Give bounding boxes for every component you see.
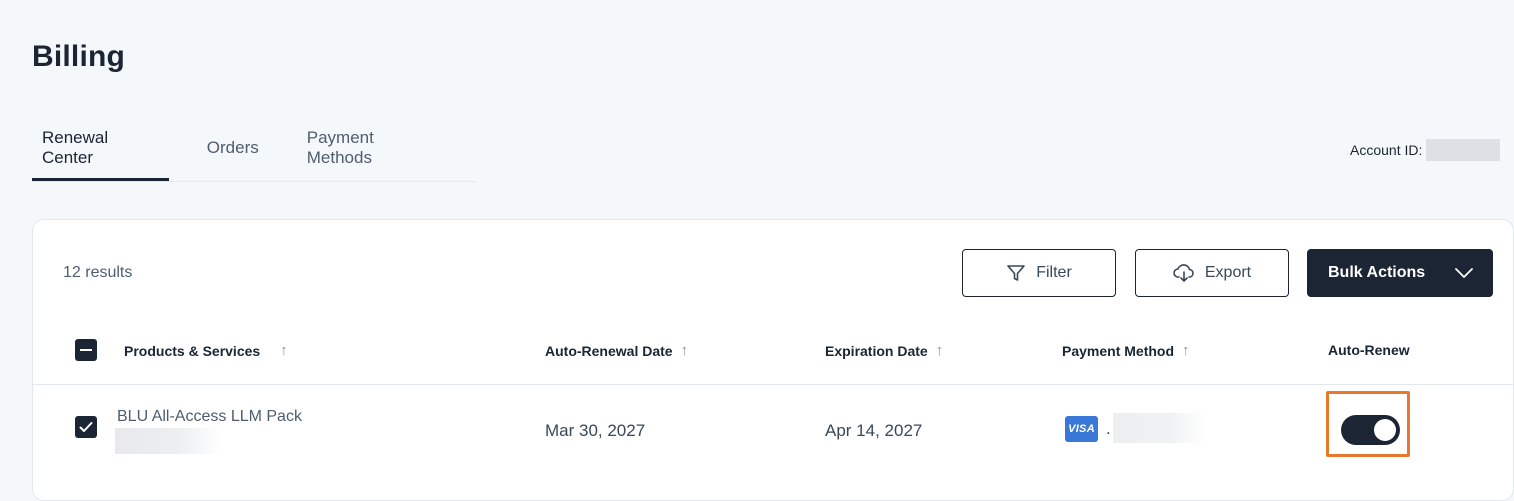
tab-bar: Renewal Center Orders Payment Methods: [32, 118, 476, 182]
sort-arrow-icon: ↑: [935, 342, 944, 359]
card-number-mask: .: [1106, 419, 1111, 438]
select-all-checkbox[interactable]: [75, 339, 97, 361]
account-id-label: Account ID:: [1350, 142, 1423, 158]
sort-arrow-icon: ↑: [680, 342, 689, 359]
auto-renewal-date: Mar 30, 2027: [545, 421, 646, 440]
account-id: Account ID:: [1350, 139, 1501, 161]
column-header-payment-method[interactable]: Payment Method ↑: [1062, 342, 1190, 359]
filter-label: Filter: [1036, 264, 1072, 281]
results-count: 12 results: [63, 264, 133, 281]
tab-label: Payment Methods: [306, 128, 374, 167]
filter-button[interactable]: Filter: [962, 249, 1116, 297]
toggle-knob: [1374, 419, 1396, 441]
export-button[interactable]: Export: [1135, 249, 1289, 297]
column-header-products[interactable]: Products & Services ↑: [124, 342, 288, 359]
column-header-auto-renewal-date[interactable]: Auto-Renewal Date ↑: [545, 342, 688, 359]
page-title: Billing: [32, 40, 126, 73]
expiration-date: Apr 14, 2027: [825, 421, 923, 440]
bulk-actions-button[interactable]: Bulk Actions: [1307, 249, 1493, 297]
chevron-down-icon: [1455, 268, 1473, 278]
column-header-label: Products & Services: [124, 342, 261, 359]
export-label: Export: [1204, 264, 1252, 281]
product-detail-redacted: [115, 428, 221, 454]
product-name: BLU All-Access LLM Pack: [117, 408, 302, 425]
account-id-redacted: [1426, 139, 1501, 161]
row-checkbox[interactable]: [75, 416, 97, 438]
bulk-actions-label: Bulk Actions: [1328, 264, 1426, 281]
tab-renewal-center[interactable]: Renewal Center: [32, 118, 169, 181]
auto-renew-toggle[interactable]: [1341, 415, 1400, 445]
column-header-label: Auto-Renewal Date: [545, 342, 673, 359]
tab-payment-methods[interactable]: Payment Methods: [297, 118, 448, 178]
column-header-label: Auto-Renew: [1328, 342, 1410, 358]
checkmark-icon: [79, 422, 93, 432]
sort-arrow-icon: ↑: [280, 342, 288, 359]
tab-label: Orders: [206, 138, 259, 157]
filter-icon: [1007, 265, 1026, 281]
tab-label: Renewal Center: [42, 128, 109, 167]
indeterminate-icon: [80, 349, 92, 351]
column-header-label: Expiration Date: [825, 342, 928, 359]
renewal-table-card: 12 results Filter Export Bulk Actions Pr…: [32, 219, 1514, 501]
column-header-label: Payment Method: [1062, 342, 1175, 359]
column-header-expiration-date[interactable]: Expiration Date ↑: [825, 342, 943, 359]
sort-arrow-icon: ↑: [1182, 342, 1190, 359]
card-number-redacted: [1113, 413, 1205, 443]
visa-card-icon: VISA: [1065, 416, 1098, 442]
tab-orders[interactable]: Orders: [197, 118, 269, 178]
column-header-auto-renew: Auto-Renew: [1328, 342, 1410, 358]
header-divider: [33, 384, 1513, 385]
cloud-download-icon: [1173, 264, 1194, 282]
